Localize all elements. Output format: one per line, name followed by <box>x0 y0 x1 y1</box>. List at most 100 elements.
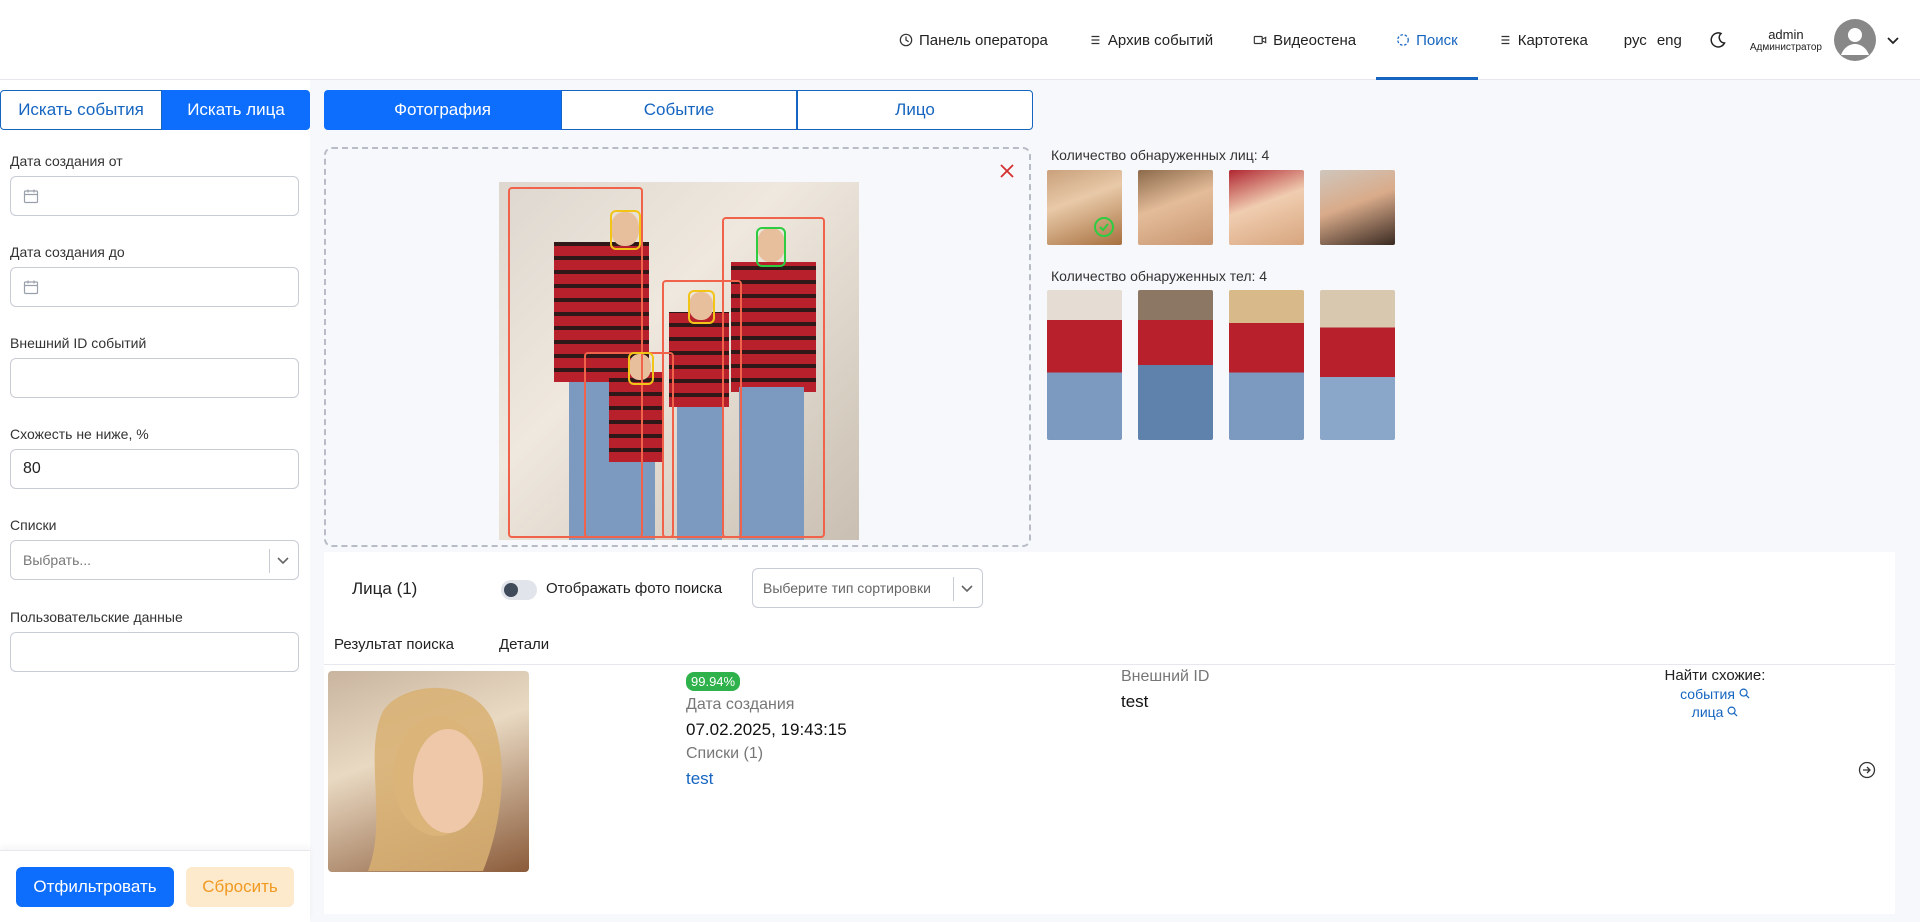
tab-face[interactable]: Лицо <box>797 90 1033 130</box>
arrow-right-circle-icon[interactable] <box>1858 761 1876 779</box>
calendar-icon <box>23 280 39 295</box>
face-box[interactable] <box>628 352 654 385</box>
user-avatar-icon <box>1841 28 1869 55</box>
face-thumbnail[interactable] <box>1047 170 1122 245</box>
external-id-label: Внешний ID событий <box>10 335 147 351</box>
lists-placeholder: Выбрать... <box>23 552 92 568</box>
uploaded-photo <box>499 182 859 540</box>
lang-en[interactable]: eng <box>1657 32 1682 49</box>
find-similar-label: Найти схожие: <box>1664 667 1766 684</box>
select-divider <box>953 577 954 601</box>
lists-count-label: Списки (1) <box>686 745 764 762</box>
external-id-result-value: test <box>1121 692 1149 711</box>
score-badge: 99.94% <box>686 672 741 691</box>
find-events-label: события <box>1680 686 1735 702</box>
main-nav: Панель оператора Архив событий Видеостен… <box>879 0 1920 80</box>
top-header: Панель оператора Архив событий Видеостен… <box>0 0 1920 80</box>
tab-photo[interactable]: Фотография <box>324 90 561 130</box>
face-thumbnail[interactable] <box>1320 170 1395 245</box>
chevron-down-icon <box>277 557 289 565</box>
face-thumbnail[interactable] <box>1138 170 1213 245</box>
reset-button[interactable]: Сбросить <box>186 867 294 907</box>
created-value: 07.02.2025, 19:43:15 <box>686 720 847 739</box>
video-icon <box>1253 35 1267 45</box>
search-target-icon <box>1397 34 1409 46</box>
user-name: admin <box>1768 27 1804 42</box>
results-title: Лица (1) <box>352 579 418 598</box>
theme-toggle[interactable] <box>1698 31 1738 49</box>
chevron-down-icon <box>1887 37 1899 45</box>
lang-ru[interactable]: рус <box>1624 32 1647 49</box>
clock-icon <box>899 33 913 47</box>
tab-search-faces[interactable]: Искать лица <box>162 90 310 130</box>
filter-sidebar: Искать события Искать лица Дата создания… <box>0 80 310 922</box>
list-link[interactable]: test <box>686 769 713 789</box>
nav-label: Архив событий <box>1107 31 1214 49</box>
page-scrollbar[interactable] <box>1910 80 1920 922</box>
face-box[interactable] <box>688 290 715 324</box>
col-details: Детали <box>499 636 550 653</box>
nav-label: Видеостена <box>1273 31 1357 49</box>
similarity-input[interactable]: 80 <box>10 449 299 489</box>
results-divider <box>324 664 1895 665</box>
body-thumbnail[interactable] <box>1229 290 1304 440</box>
user-info: admin Администратор <box>1750 27 1822 53</box>
tab-search-events[interactable]: Искать события <box>0 90 162 130</box>
tab-event[interactable]: Событие <box>561 90 797 130</box>
avatar <box>1834 19 1876 61</box>
body-thumbnail[interactable] <box>1320 290 1395 440</box>
date-to-input[interactable] <box>10 267 299 307</box>
face-box-selected[interactable] <box>756 227 786 267</box>
nav-label: Панель оператора <box>919 31 1048 49</box>
external-id-input[interactable] <box>10 358 299 398</box>
filter-button[interactable]: Отфильтровать <box>16 867 174 907</box>
lists-select[interactable]: Выбрать... <box>10 540 299 580</box>
userdata-input[interactable] <box>10 632 299 672</box>
lists-label: Списки <box>10 517 57 533</box>
moon-icon <box>1710 32 1726 48</box>
user-menu[interactable]: admin Администратор <box>1738 19 1920 61</box>
show-search-photo-toggle[interactable] <box>501 580 537 600</box>
date-to-label: Дата создания до <box>10 244 125 260</box>
date-from-label: Дата создания от <box>10 153 123 169</box>
check-circle-icon <box>1094 217 1114 237</box>
select-divider <box>269 549 270 573</box>
search-icon <box>1727 706 1738 717</box>
userdata-label: Пользовательские данные <box>10 609 183 625</box>
nav-card-index[interactable]: Картотека <box>1478 0 1608 80</box>
similarity-value: 80 <box>23 460 41 477</box>
similarity-label: Схожесть не ниже, % <box>10 426 149 442</box>
find-similar-faces-link[interactable]: лица <box>1650 704 1780 720</box>
sort-placeholder: Выберите тип сортировки <box>763 580 931 596</box>
toggle-label: Отображать фото поиска <box>546 580 723 597</box>
find-similar: Найти схожие: события лица <box>1650 667 1780 720</box>
nav-label: Поиск <box>1416 31 1458 49</box>
search-type-tabs: Искать события Искать лица <box>0 90 310 130</box>
search-mode-tabs: Фотография Событие Лицо <box>324 90 1033 130</box>
face-box[interactable] <box>610 210 641 250</box>
nav-event-archive[interactable]: Архив событий <box>1068 0 1233 80</box>
language-switch: рус eng <box>1608 32 1698 49</box>
search-icon <box>1739 688 1750 699</box>
find-similar-events-link[interactable]: события <box>1650 686 1780 702</box>
result-face-image[interactable] <box>328 671 529 872</box>
photo-upload-area[interactable] <box>324 147 1031 547</box>
close-icon[interactable] <box>999 163 1015 179</box>
user-role: Администратор <box>1749 42 1822 53</box>
sort-select[interactable]: Выберите тип сортировки <box>752 568 983 608</box>
nav-label: Картотека <box>1517 31 1588 49</box>
nav-video-wall[interactable]: Видеостена <box>1233 0 1376 80</box>
chevron-down-icon <box>961 585 973 593</box>
date-from-input[interactable] <box>10 176 299 216</box>
nav-operator-panel[interactable]: Панель оператора <box>879 0 1068 80</box>
body-thumbnail[interactable] <box>1138 290 1213 440</box>
face-thumbnail[interactable] <box>1229 170 1304 245</box>
detected-faces-label: Количество обнаруженных лиц: 4 <box>1051 147 1270 163</box>
external-id-result-label: Внешний ID <box>1121 668 1210 685</box>
calendar-icon <box>23 189 39 204</box>
list-icon <box>1091 35 1100 45</box>
col-search-result: Результат поиска <box>334 636 454 653</box>
result-face-illustration <box>368 687 502 871</box>
nav-search[interactable]: Поиск <box>1376 0 1478 80</box>
body-thumbnail[interactable] <box>1047 290 1122 440</box>
